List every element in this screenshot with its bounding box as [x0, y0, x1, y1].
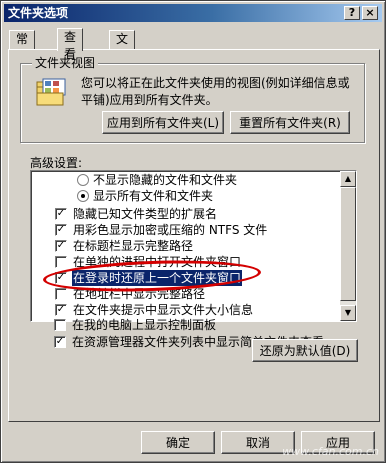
ok-button[interactable]: 确定	[141, 431, 215, 454]
advanced-settings-list[interactable]: 不显示隐藏的文件和文件夹 显示所有文件和文件夹 ✓ 隐藏已知文件类型的扩展名 ✓…	[30, 170, 357, 322]
tab-view[interactable]: 查看	[57, 28, 84, 61]
scrollbar[interactable]: ▲ ▼	[340, 171, 356, 321]
folder-options-window: 文件夹选项 ? × 常规 查看 文件类型 文件夹视图 您可以将正在此文件夹使用的…	[0, 0, 386, 463]
radio-button[interactable]	[77, 174, 89, 186]
close-button[interactable]: ×	[362, 6, 378, 20]
list-item-label: 在我的电脑上显示控制面板	[72, 318, 217, 332]
radio-button[interactable]	[77, 190, 89, 202]
checkbox[interactable]: ✓	[55, 224, 67, 236]
restore-defaults-button[interactable]: 还原为默认值(D)	[252, 339, 358, 362]
apply-to-all-folders-button[interactable]: 应用到所有文件夹(L)	[102, 111, 224, 134]
advanced-settings-label: 高级设置:	[30, 156, 83, 170]
scroll-up-button[interactable]: ▲	[340, 171, 356, 187]
reset-all-folders-button[interactable]: 重置所有文件夹(R)	[230, 111, 350, 134]
checkbox[interactable]	[55, 288, 67, 300]
checkbox[interactable]: ✓	[55, 240, 67, 252]
tab-general[interactable]: 常规	[9, 30, 36, 63]
checkbox[interactable]: ✓	[55, 304, 67, 316]
checkbox[interactable]: ✓	[54, 336, 66, 348]
list-item-label: 显示所有文件和文件夹	[93, 189, 214, 203]
list-item-label: 在文件夹提示中显示文件大小信息	[73, 303, 254, 317]
folder-view-icon	[36, 78, 66, 106]
help-button[interactable]: ?	[344, 6, 360, 20]
folder-views-description: 您可以将正在此文件夹使用的视图(例如详细信息或平铺)应用到所有文件夹。	[81, 76, 350, 107]
title-bar[interactable]: 文件夹选项 ? ×	[4, 4, 382, 22]
watermark: www.cfan.com.cn	[282, 445, 379, 458]
list-item-label: 不显示隐藏的文件和文件夹	[93, 173, 238, 187]
window-title: 文件夹选项	[8, 6, 69, 20]
list-item-label: 隐藏已知文件类型的扩展名	[73, 207, 218, 221]
scroll-thumb[interactable]	[340, 187, 356, 301]
list-item-label: 用彩色显示加密或压缩的 NTFS 文件	[73, 223, 268, 237]
scroll-down-button[interactable]: ▼	[340, 305, 356, 321]
tab-file-types[interactable]: 文件类型	[109, 30, 136, 97]
checkbox[interactable]	[55, 256, 67, 268]
list-item-label: 在标题栏显示完整路径	[73, 239, 194, 253]
checkbox[interactable]	[54, 319, 66, 331]
checkbox[interactable]: ✓	[55, 208, 67, 220]
